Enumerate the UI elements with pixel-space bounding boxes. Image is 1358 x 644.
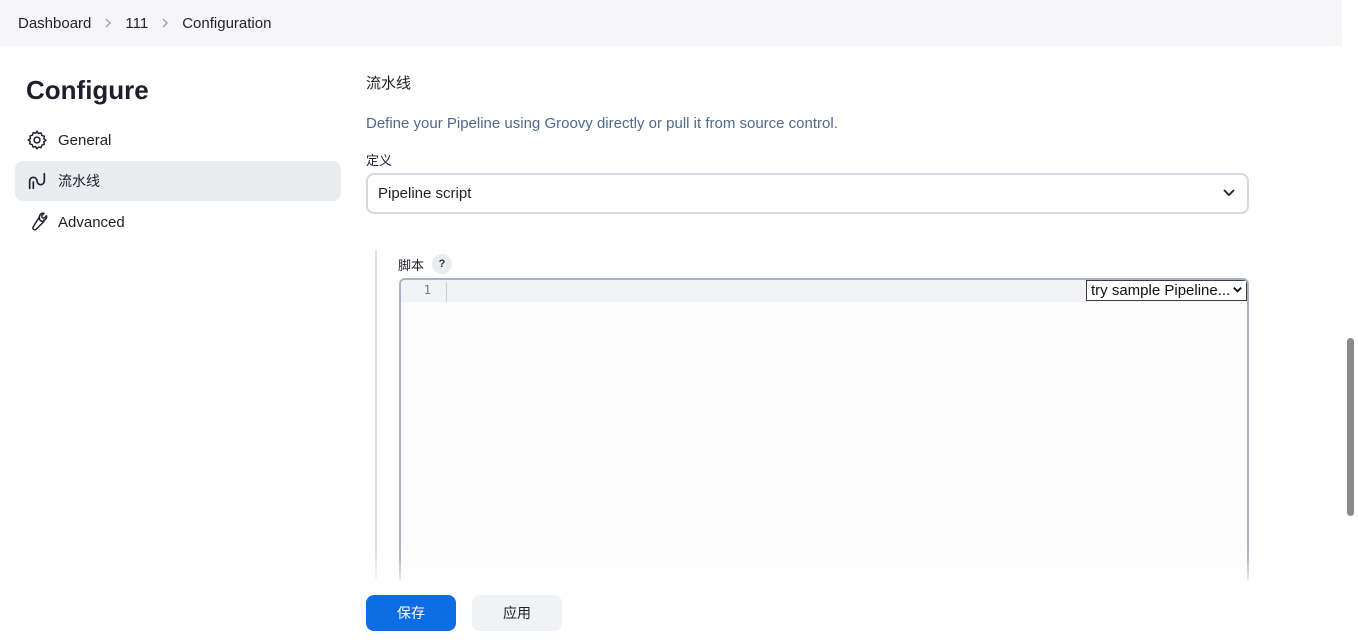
- gear-icon: [25, 128, 49, 152]
- sidebar-item-label: General: [58, 131, 112, 149]
- chevron-right-icon: [91, 13, 125, 33]
- sample-pipeline-select[interactable]: try sample Pipeline...: [1086, 280, 1247, 301]
- section-description: Define your Pipeline using Groovy direct…: [366, 115, 838, 132]
- pipeline-icon: [25, 169, 49, 193]
- page-scrollbar[interactable]: [1342, 0, 1358, 644]
- breadcrumb-job[interactable]: 111: [125, 11, 148, 36]
- breadcrumb-dashboard[interactable]: Dashboard: [18, 11, 91, 36]
- script-label: 脚本: [398, 257, 425, 273]
- line-number: 1: [423, 283, 431, 297]
- save-button[interactable]: 保存: [366, 595, 456, 631]
- main-content: 流水线 Define your Pipeline using Groovy di…: [366, 46, 1250, 644]
- sidebar-item-general[interactable]: General: [15, 120, 341, 160]
- page: Dashboard 111 Configuration Configure Ge…: [0, 0, 1358, 644]
- gutter-divider: [446, 282, 447, 302]
- chevron-right-icon: [148, 13, 182, 33]
- sidebar-nav: General 流水线 Advanced: [15, 120, 341, 242]
- sidebar-item-label: Advanced: [58, 213, 125, 231]
- chevron-down-icon: [1221, 184, 1237, 204]
- definition-label: 定义: [366, 153, 393, 168]
- sidebar-item-advanced[interactable]: Advanced: [15, 202, 341, 242]
- definition-select[interactable]: Pipeline script: [366, 173, 1249, 214]
- sidebar-item-label: 流水线: [58, 173, 100, 189]
- script-label-row: 脚本 ?: [398, 254, 453, 274]
- definition-select-value: Pipeline script: [378, 185, 472, 202]
- action-bar: 保存 应用: [340, 580, 1274, 644]
- help-button[interactable]: ?: [432, 254, 453, 274]
- chevron-down-icon: [1232, 282, 1243, 299]
- breadcrumb: Dashboard 111 Configuration: [0, 0, 1342, 46]
- wrench-icon: [25, 210, 49, 234]
- page-title: Configure: [26, 75, 149, 105]
- breadcrumb-configuration[interactable]: Configuration: [182, 11, 271, 36]
- apply-button[interactable]: 应用: [472, 595, 562, 631]
- sidebar-item-pipeline[interactable]: 流水线: [15, 161, 341, 201]
- section-title: 流水线: [366, 75, 412, 92]
- sample-pipeline-select-value: try sample Pipeline...: [1091, 282, 1231, 299]
- scrollbar-thumb[interactable]: [1347, 338, 1354, 516]
- sidebar: Configure General 流水线 Advanced: [15, 46, 341, 243]
